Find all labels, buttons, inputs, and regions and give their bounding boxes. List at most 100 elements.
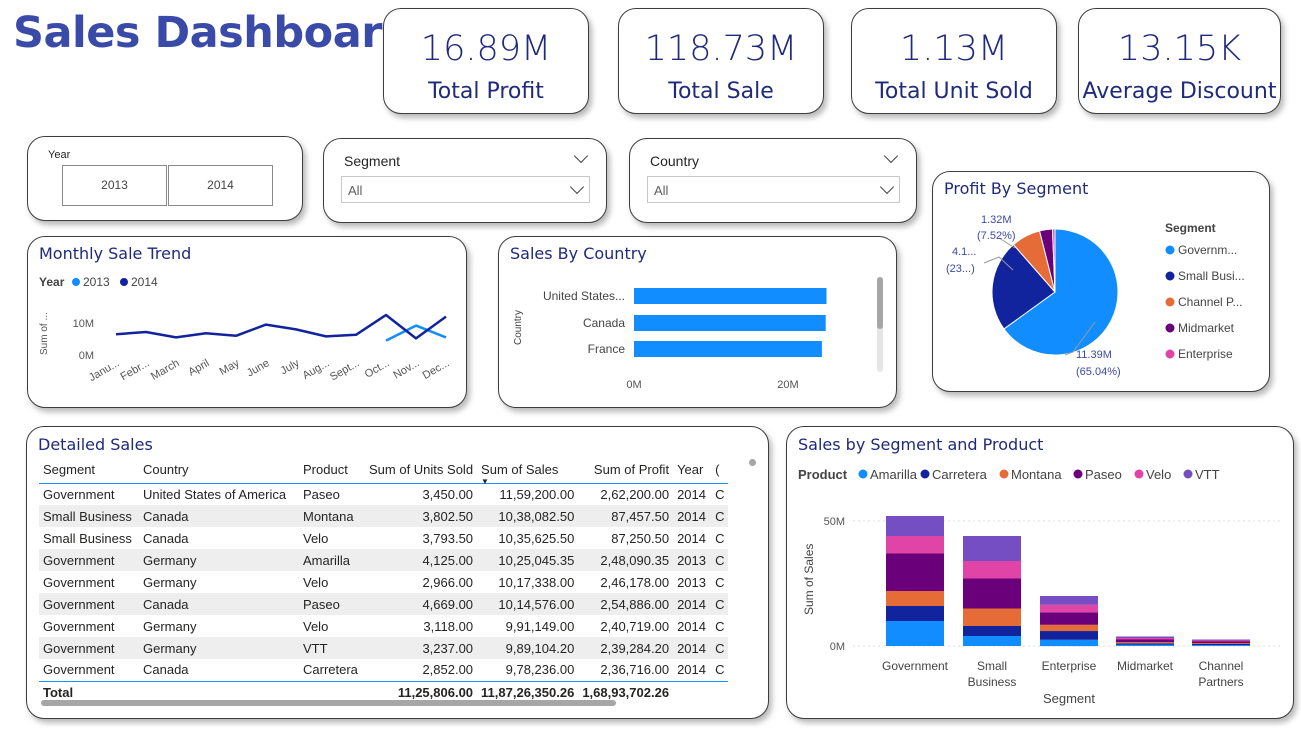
y-axis-label: Country	[513, 310, 524, 345]
horizontal-scrollbar[interactable]	[41, 700, 616, 706]
stacked-bar-segment[interactable]	[1116, 638, 1174, 640]
segment-dropdown[interactable]: All	[341, 176, 590, 203]
column-header[interactable]: Year	[673, 457, 712, 484]
stacked-bar-segment[interactable]	[963, 636, 1021, 646]
legend-label[interactable]: VTT	[1195, 467, 1220, 482]
chevron-down-icon[interactable]	[883, 148, 899, 164]
table-cell: 3,793.50	[422, 530, 474, 546]
kpi-value: 118.73M	[644, 29, 798, 69]
profit-by-segment-chart[interactable]: 1.32M (7.52%) 4.1... (23...) 11.39M (65.…	[933, 172, 1271, 393]
column-header-label: Sum of Sales	[481, 462, 559, 478]
country-dropdown[interactable]: All	[647, 176, 900, 203]
stacked-bar-segment[interactable]	[1116, 643, 1174, 645]
table-cell: 2,966.00	[422, 574, 474, 590]
legend-dot	[1165, 349, 1175, 359]
stacked-bar-segment[interactable]	[886, 553, 944, 592]
chevron-down-icon[interactable]	[573, 148, 589, 164]
stacked-bar-segment[interactable]	[963, 536, 1021, 561]
pie-label-value: 4.1...	[952, 246, 976, 258]
stacked-bar-segment[interactable]	[1192, 640, 1250, 642]
stacked-bar-segment[interactable]	[1040, 631, 1098, 640]
legend-label-2013[interactable]: 2013	[83, 275, 110, 289]
table-row[interactable]: Government Canada Carretera 2,852.00 9,78,23…	[39, 659, 728, 681]
table-row[interactable]: Small Business Canada Velo 3,793.50 10,35,62…	[39, 527, 728, 549]
stacked-bar-segment[interactable]	[1040, 604, 1098, 613]
column-header[interactable]: Segment	[39, 457, 139, 484]
table-row[interactable]: Government Canada Paseo 4,669.00 10,14,576.0…	[39, 593, 729, 615]
pie-label-value: 11.39M	[1076, 349, 1112, 361]
profit-by-segment-card: Profit By Segment 1.32M (7.52%) 4.1... (…	[932, 171, 1270, 392]
kpi-total-sale[interactable]: 118.73M Total Sale	[618, 8, 824, 114]
stacked-bar-segment[interactable]	[1192, 641, 1250, 644]
x-tick-label: July	[279, 357, 302, 377]
legend-label[interactable]: Channel P...	[1178, 295, 1243, 309]
column-header-truncated[interactable]: (	[711, 457, 729, 484]
table-cell: 11,59,200.00	[499, 486, 575, 502]
stacked-bar-segment[interactable]	[1116, 644, 1174, 647]
stacked-bar-segment[interactable]	[1040, 624, 1098, 632]
stacked-bar-segment[interactable]	[963, 578, 1021, 609]
stacked-bar-segment[interactable]	[1192, 639, 1250, 641]
kpi-total-unit-sold[interactable]: 1.13M Total Unit Sold	[851, 8, 1057, 114]
table-row[interactable]: Government United States of America Paseo 3…	[39, 483, 728, 505]
legend-dot	[858, 469, 868, 479]
stacked-bar-segment[interactable]	[963, 561, 1021, 579]
detailed-sales-card: Detailed Sales Segment Country Product S…	[26, 426, 769, 719]
table-row[interactable]: Government Germany Velo 2,966.00 10,17,338.0…	[39, 571, 728, 593]
stacked-bar-segment[interactable]	[1116, 636, 1174, 639]
stacked-bar-segment[interactable]	[1192, 645, 1250, 646]
stacked-bar-segment[interactable]	[886, 621, 944, 646]
scrollbar-thumb[interactable]	[877, 277, 883, 329]
stacked-bar-segment[interactable]	[1040, 612, 1098, 625]
monthly-sale-trend-chart[interactable]: Year 2013 2014 Sum of ... 10M0M Janu...Fe…	[28, 237, 468, 409]
legend-label-2014[interactable]: 2014	[131, 275, 158, 289]
stacked-bar-segment[interactable]	[963, 608, 1021, 627]
table-cell: 2,62,200.00	[600, 486, 670, 502]
bar[interactable]	[634, 288, 827, 304]
kpi-total-profit[interactable]: 16.89M Total Profit	[383, 8, 589, 114]
legend-label[interactable]: Governm...	[1178, 243, 1237, 257]
table-row[interactable]: Government Germany VTT 3,237.00 9,89,104.20 2…	[39, 637, 729, 659]
column-header[interactable]: Country	[139, 457, 299, 484]
chevron-down-icon	[569, 179, 585, 195]
table-row[interactable]: Small Business Canada Montana 3,802.50 10,38…	[39, 505, 729, 527]
legend-label[interactable]: Small Busi...	[1178, 269, 1245, 283]
stacked-bar-segment[interactable]	[886, 516, 944, 536]
table-cell: 10,14,576.00	[477, 593, 579, 615]
bar[interactable]	[634, 315, 826, 331]
stacked-bar-segment[interactable]	[963, 626, 1021, 636]
pie-label-pct: (7.52%)	[977, 230, 1016, 242]
stacked-bar-segment[interactable]	[1040, 639, 1098, 647]
legend-label[interactable]: Montana	[1011, 467, 1062, 482]
stacked-bar-segment[interactable]	[1192, 644, 1250, 645]
kpi-average-discount[interactable]: 13.15K Average Discount	[1078, 8, 1281, 114]
x-tick-label: Small	[977, 659, 1007, 673]
stacked-bar-segment[interactable]	[1116, 639, 1174, 643]
stacked-bar-segment[interactable]	[886, 591, 944, 606]
legend-label[interactable]: Amarilla	[870, 467, 918, 482]
column-header[interactable]: Sum of Profit	[578, 457, 674, 484]
stacked-bar-segment[interactable]	[886, 606, 944, 621]
vertical-scrollbar[interactable]	[749, 459, 756, 466]
column-header-sorted[interactable]: Sum of Sales ▼	[477, 457, 579, 486]
table-row[interactable]: Government Germany Velo 3,118.00 9,91,149.00…	[39, 615, 728, 637]
table-cell: Government	[43, 486, 115, 502]
year-2013-button[interactable]: 2013	[62, 165, 167, 206]
stacked-bar-segment[interactable]	[1192, 643, 1250, 644]
legend-label[interactable]: Velo	[1146, 467, 1171, 482]
legend-label[interactable]: Carretera	[932, 467, 988, 482]
stacked-bar-segment[interactable]	[1040, 596, 1098, 605]
table-cell: Government	[43, 618, 115, 634]
stacked-bar-segment[interactable]	[1116, 642, 1174, 644]
sales-by-country-chart[interactable]: Country United States... Canada France 0M 20…	[499, 237, 898, 409]
bar[interactable]	[634, 341, 822, 357]
column-header[interactable]: Sum of Units Sold	[365, 457, 478, 484]
year-2014-button[interactable]: 2014	[168, 165, 273, 206]
sales-by-segment-product-chart[interactable]: Product Amarilla Carretera Montana Paseo Vel…	[787, 427, 1295, 720]
legend-label[interactable]: Enterprise	[1178, 347, 1233, 361]
legend-label[interactable]: Paseo	[1085, 467, 1122, 482]
column-header[interactable]: Product	[299, 457, 365, 484]
stacked-bar-segment[interactable]	[886, 536, 944, 554]
legend-label[interactable]: Midmarket	[1178, 321, 1235, 335]
table-row[interactable]: Government Germany Amarilla 4,125.00 10,25,0…	[39, 549, 729, 571]
